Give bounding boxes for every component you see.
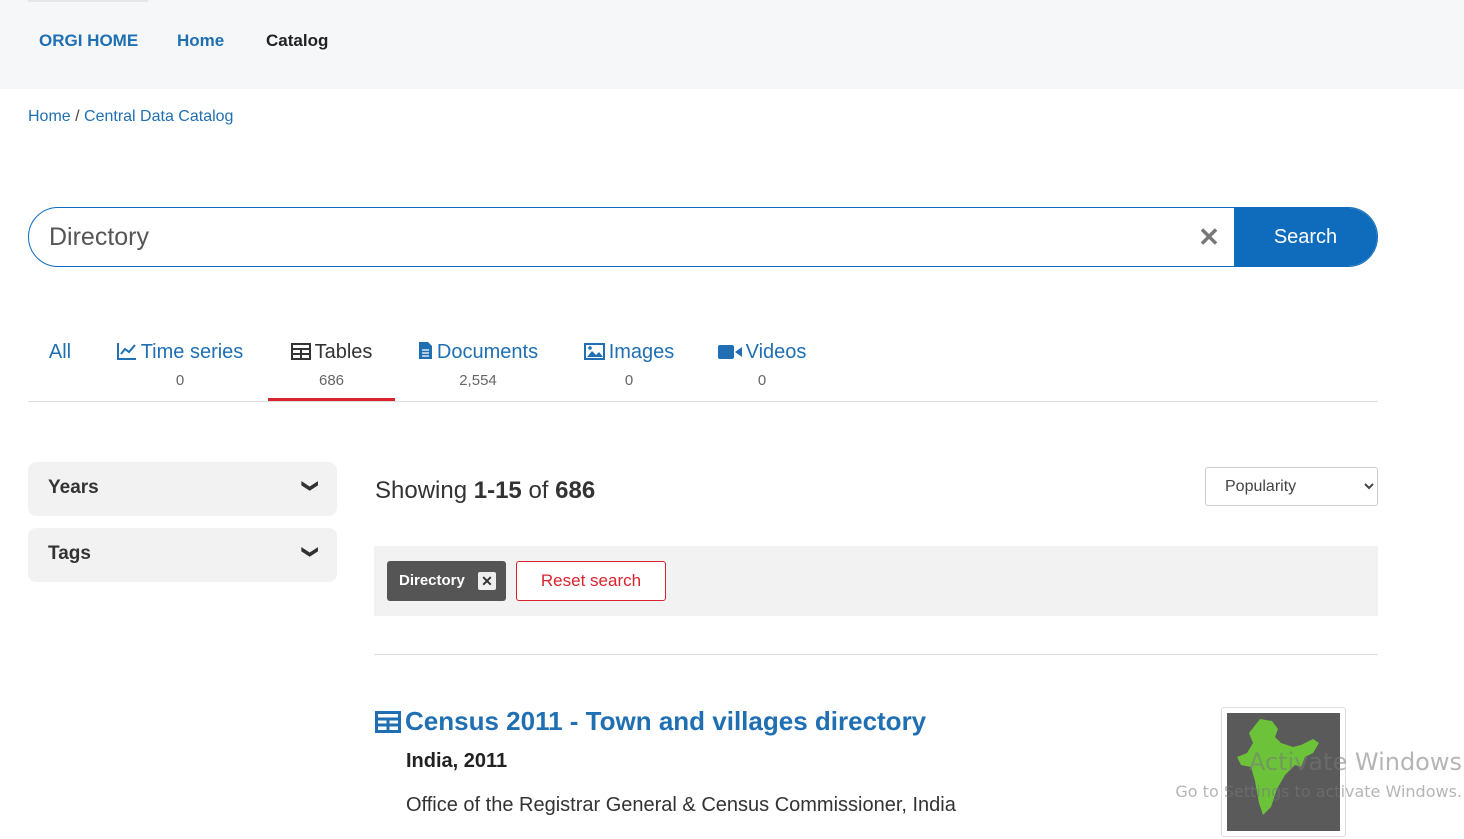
tab-all[interactable]: All (40, 335, 80, 401)
filter-chip: Directory ✕ (387, 561, 506, 601)
facet-label: Years (48, 477, 99, 498)
tab-label: Tables (314, 341, 373, 363)
table-icon (375, 711, 401, 733)
chart-line-icon (116, 343, 136, 360)
results-total: 686 (555, 477, 596, 504)
watermark-subtitle: Go to Settings to activate Windows. (1175, 782, 1462, 801)
tab-count: 0 (175, 372, 185, 389)
tab-videos[interactable]: Videos 0 (714, 335, 810, 401)
nav-catalog-link[interactable]: Catalog (266, 31, 328, 51)
search-input[interactable] (29, 208, 1184, 266)
video-icon (717, 345, 742, 359)
result-subtitle: India, 2011 (406, 750, 508, 772)
facet-tags[interactable]: Tags ❯ (28, 528, 337, 582)
tab-count: 686 (318, 372, 345, 389)
tab-label: Time series (140, 341, 244, 363)
tab-count: 0 (757, 372, 767, 389)
top-navbar: ORGI HOME Home Catalog (0, 0, 1464, 89)
breadcrumb: Home / Central Data Catalog (28, 108, 233, 126)
sort-select[interactable]: Popularity (1205, 467, 1378, 506)
summary-of: of (521, 477, 556, 504)
tab-time-series[interactable]: Time series 0 (112, 335, 248, 401)
result-type-tabs: All Time series 0 Tables 686 Documents 2,55… (28, 335, 1378, 402)
summary-prefix: Showing (375, 477, 474, 504)
table-icon (290, 343, 311, 360)
tab-label: All (48, 341, 72, 363)
tab-tables[interactable]: Tables 686 (268, 335, 395, 401)
tab-count: 2,554 (459, 372, 497, 389)
nav-home-link[interactable]: Home (177, 31, 224, 51)
results-range: 1-15 (473, 477, 522, 504)
image-icon (583, 343, 605, 360)
clear-search-icon[interactable]: ✕ (1184, 208, 1234, 266)
tab-images[interactable]: Images 0 (580, 335, 678, 401)
nav-brand-link[interactable]: ORGI HOME (39, 31, 138, 51)
file-icon (418, 342, 432, 359)
chevron-down-icon: ❯ (301, 479, 319, 493)
tab-documents[interactable]: Documents 2,554 (412, 335, 544, 401)
facet-label: Tags (48, 543, 91, 564)
search-button[interactable]: Search (1234, 208, 1377, 266)
divider (28, 0, 148, 2)
chip-label: Directory (399, 572, 465, 589)
watermark-title: Activate Windows (1248, 748, 1462, 776)
close-icon[interactable]: ✕ (478, 572, 496, 590)
tab-label: Documents (436, 341, 539, 363)
tab-label: Images (608, 341, 675, 363)
results-summary: Showing 1-15 of 686 (375, 477, 595, 505)
chevron-down-icon: ❯ (301, 545, 319, 559)
tab-count: 0 (624, 372, 634, 389)
active-filters: Directory ✕ Reset search (374, 546, 1378, 616)
facet-years[interactable]: Years ❯ (28, 462, 337, 516)
divider (374, 654, 1378, 655)
breadcrumb-home[interactable]: Home (28, 108, 71, 125)
tab-label: Videos (745, 341, 807, 363)
result-organization: Office of the Registrar General & Census… (406, 794, 956, 816)
reset-search-button[interactable]: Reset search (516, 561, 666, 601)
breadcrumb-current[interactable]: Central Data Catalog (84, 108, 233, 125)
search-bar: ✕ Search (28, 207, 1378, 267)
result-title: Census 2011 - Town and villages director… (405, 706, 927, 736)
breadcrumb-separator: / (70, 108, 85, 125)
result-title-link[interactable]: Census 2011 - Town and villages director… (375, 706, 926, 737)
